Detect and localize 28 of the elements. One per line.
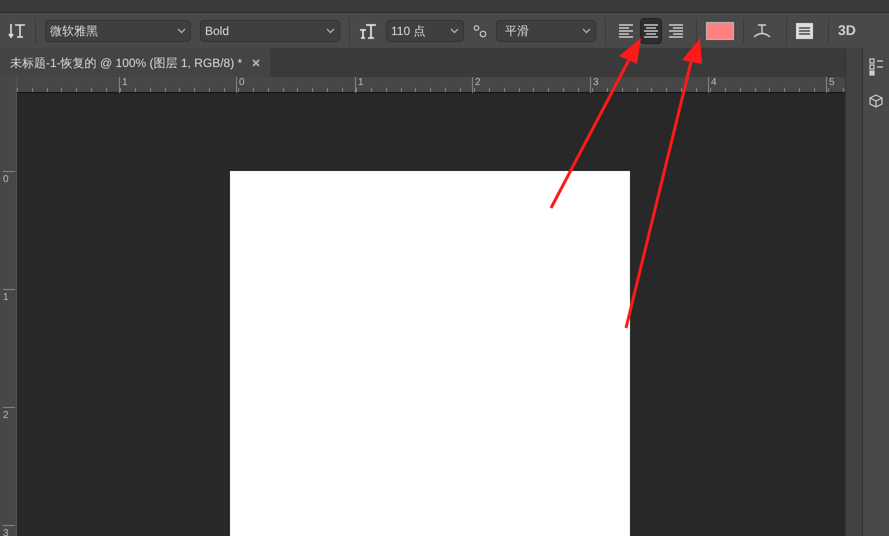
warp-text-icon[interactable] (753, 22, 771, 38)
caret-icon (326, 28, 335, 34)
font-size-dropdown[interactable]: 110 点 (386, 20, 464, 42)
align-lines-icon (669, 24, 683, 38)
document-tab[interactable]: 未标题-1-恢复的 @ 100% (图层 1, RGB/8) * (0, 48, 270, 77)
text-color-swatch[interactable] (706, 22, 734, 40)
caret-icon (177, 28, 186, 34)
properties-icon[interactable] (869, 58, 883, 76)
panel-icon[interactable] (796, 22, 813, 39)
anti-alias-icon (473, 24, 487, 38)
text-tool-icon[interactable] (8, 22, 26, 40)
anti-alias-dropdown[interactable]: 平滑 (496, 20, 596, 42)
3d-label[interactable]: 3D (838, 20, 856, 41)
cube-icon[interactable] (869, 94, 883, 108)
font-family-dropdown[interactable]: 微软雅黑 (45, 20, 191, 42)
ruler-label: 1 (3, 289, 15, 304)
document-title: 未标题-1-恢复的 @ 100% (图层 1, RGB/8) * (10, 54, 242, 72)
close-icon[interactable] (252, 58, 260, 66)
ruler-label: 3 (3, 525, 15, 536)
font-size-icon (359, 22, 377, 38)
font-style-dropdown[interactable]: Bold (200, 20, 340, 42)
align-center-button[interactable] (640, 18, 662, 44)
caret-icon (582, 28, 591, 34)
ruler-label: 2 (3, 407, 15, 422)
ruler-label: 0 (3, 171, 15, 186)
caret-icon (450, 28, 459, 34)
align-lines-icon (644, 24, 658, 38)
align-lines-icon (619, 24, 633, 38)
